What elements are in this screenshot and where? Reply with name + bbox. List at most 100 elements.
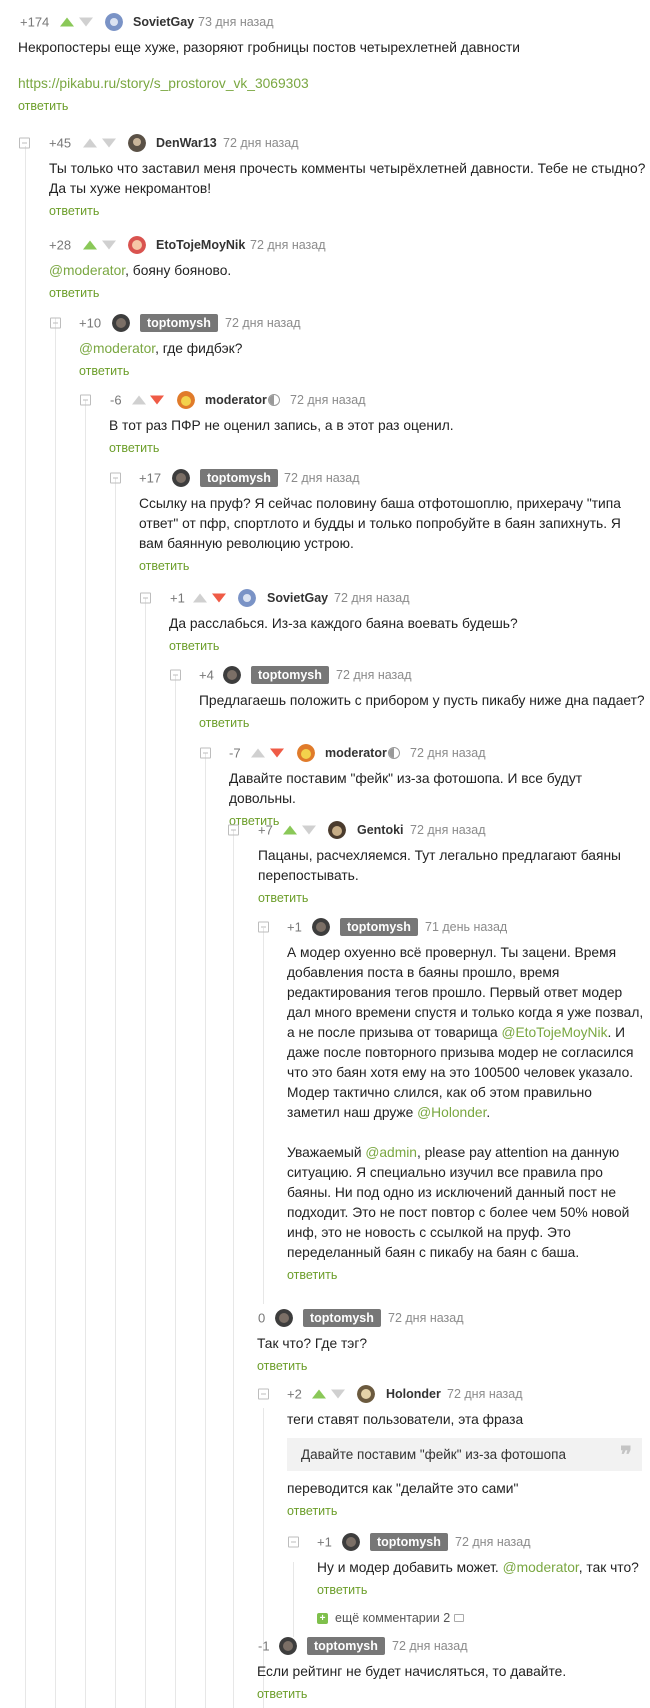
username-badge[interactable]: toptomysh <box>303 1309 381 1327</box>
reply-button[interactable]: ответить <box>49 283 650 303</box>
reply-button[interactable]: ответить <box>49 201 650 221</box>
collapse-icon[interactable] <box>258 921 269 933</box>
username[interactable]: moderator <box>205 393 267 407</box>
username[interactable]: Holonder <box>386 1387 441 1401</box>
username-badge[interactable]: toptomysh <box>200 469 278 487</box>
avatar[interactable] <box>223 666 241 684</box>
upvote-icon[interactable] <box>132 395 146 405</box>
reply-button[interactable]: ответить <box>257 1356 650 1376</box>
avatar[interactable] <box>128 236 146 254</box>
comment-time: 72 дня назад <box>290 393 366 407</box>
upvote-icon[interactable] <box>283 825 297 835</box>
collapse-icon[interactable] <box>170 669 181 681</box>
downvote-icon[interactable] <box>331 1389 345 1399</box>
username[interactable]: EtoTojeMoyNik <box>156 238 245 252</box>
collapse-icon[interactable] <box>140 592 151 604</box>
reply-button[interactable]: ответить <box>258 888 650 908</box>
downvote-icon[interactable] <box>102 138 116 148</box>
mention-link[interactable]: @admin <box>365 1145 417 1160</box>
upvote-icon[interactable] <box>60 17 74 27</box>
collapse-icon[interactable] <box>200 747 211 759</box>
reply-button[interactable]: ответить <box>79 361 650 381</box>
downvote-icon[interactable] <box>212 593 226 603</box>
collapse-icon[interactable] <box>110 472 121 484</box>
username[interactable]: SovietGay <box>133 15 194 29</box>
avatar[interactable] <box>112 314 130 332</box>
comment-bubble-icon <box>454 1614 465 1622</box>
comment-time: 72 дня назад <box>284 471 360 485</box>
reply-button[interactable]: ответить <box>287 1501 650 1521</box>
comment-text: А модер охуенно всё провернул. Ты зацени… <box>287 945 644 1120</box>
collapse-icon[interactable] <box>288 1536 299 1548</box>
reply-button[interactable]: ответить <box>18 96 650 116</box>
comment-text: Так что? Где тэг? <box>257 1336 368 1351</box>
upvote-icon[interactable] <box>312 1389 326 1399</box>
downvote-icon[interactable] <box>302 825 316 835</box>
username[interactable]: DenWar13 <box>156 136 217 150</box>
username-badge[interactable]: toptomysh <box>340 918 418 936</box>
moderator-icon <box>388 747 400 759</box>
avatar[interactable] <box>177 391 195 409</box>
upvote-icon[interactable] <box>83 138 97 148</box>
comment-text: , так что? <box>578 1560 639 1575</box>
collapse-icon[interactable] <box>258 1388 269 1400</box>
downvote-icon[interactable] <box>79 17 93 27</box>
avatar[interactable] <box>128 134 146 152</box>
collapse-icon[interactable] <box>19 137 30 149</box>
username-badge[interactable]: toptomysh <box>251 666 329 684</box>
comment-text: Ты только что заставил меня прочесть ком… <box>49 161 646 196</box>
username-badge[interactable]: toptomysh <box>140 314 218 332</box>
avatar[interactable] <box>342 1533 360 1551</box>
collapse-icon[interactable] <box>80 394 91 406</box>
mention-link[interactable]: @Holonder <box>417 1105 486 1120</box>
downvote-icon[interactable] <box>270 748 284 758</box>
avatar[interactable] <box>238 589 256 607</box>
comment-time: 72 дня назад <box>223 136 299 150</box>
reply-button[interactable]: ответить <box>199 713 650 733</box>
username-badge[interactable]: toptomysh <box>370 1533 448 1551</box>
comment-rating: +45 <box>49 135 72 151</box>
reply-button[interactable]: ответить <box>257 1684 650 1704</box>
avatar[interactable] <box>312 918 330 936</box>
story-link[interactable]: https://pikabu.ru/story/s_prostorov_vk_3… <box>18 76 309 91</box>
more-comments-button[interactable]: + ещё комментарии 2 <box>317 1611 465 1625</box>
upvote-icon[interactable] <box>193 593 207 603</box>
mention-link[interactable]: @moderator <box>79 341 155 356</box>
username-badge[interactable]: toptomysh <box>307 1637 385 1655</box>
comment: -1 toptomysh 72 дня назад Если рейтинг н… <box>0 1634 650 1704</box>
avatar[interactable] <box>328 821 346 839</box>
mention-link[interactable]: @EtoTojeMoyNik <box>501 1025 607 1040</box>
collapse-icon[interactable] <box>228 824 239 836</box>
reply-button[interactable]: ответить <box>169 636 650 656</box>
comment-time: 72 дня назад <box>336 668 412 682</box>
downvote-icon[interactable] <box>102 240 116 250</box>
username[interactable]: Gentoki <box>357 823 404 837</box>
avatar[interactable] <box>357 1385 375 1403</box>
reply-button[interactable]: ответить <box>139 556 650 576</box>
mention-link[interactable]: @moderator <box>503 1560 579 1575</box>
reply-button[interactable]: ответить <box>109 438 650 458</box>
comment: +28 EtoTojeMoyNik 72 дня назад @moderato… <box>0 233 650 303</box>
comment-text: Ссылку на пруф? Я сейчас половину баша о… <box>139 496 621 551</box>
avatar[interactable] <box>279 1637 297 1655</box>
downvote-icon[interactable] <box>150 395 164 405</box>
collapse-icon[interactable] <box>50 317 61 329</box>
avatar[interactable] <box>172 469 190 487</box>
username[interactable]: SovietGay <box>267 591 328 605</box>
upvote-icon[interactable] <box>251 748 265 758</box>
comment: 0 toptomysh 72 дня назад Так что? Где тэ… <box>0 1306 650 1376</box>
comment-rating: +1 <box>317 1534 332 1550</box>
avatar[interactable] <box>297 744 315 762</box>
upvote-icon[interactable] <box>83 240 97 250</box>
avatar[interactable] <box>275 1309 293 1327</box>
reply-button[interactable]: ответить <box>317 1580 650 1600</box>
comment-rating: -6 <box>110 392 122 408</box>
reply-button[interactable]: ответить <box>287 1265 650 1285</box>
comment-text: переводится как "делайте это сами" <box>287 1481 519 1496</box>
mention-link[interactable]: @moderator <box>49 263 125 278</box>
avatar[interactable] <box>105 13 123 31</box>
comment-rating: +4 <box>199 667 214 683</box>
comment-text: Ну и модер добавить может. <box>317 1560 503 1575</box>
comment-time: 73 дня назад <box>198 15 274 29</box>
username[interactable]: moderator <box>325 746 387 760</box>
